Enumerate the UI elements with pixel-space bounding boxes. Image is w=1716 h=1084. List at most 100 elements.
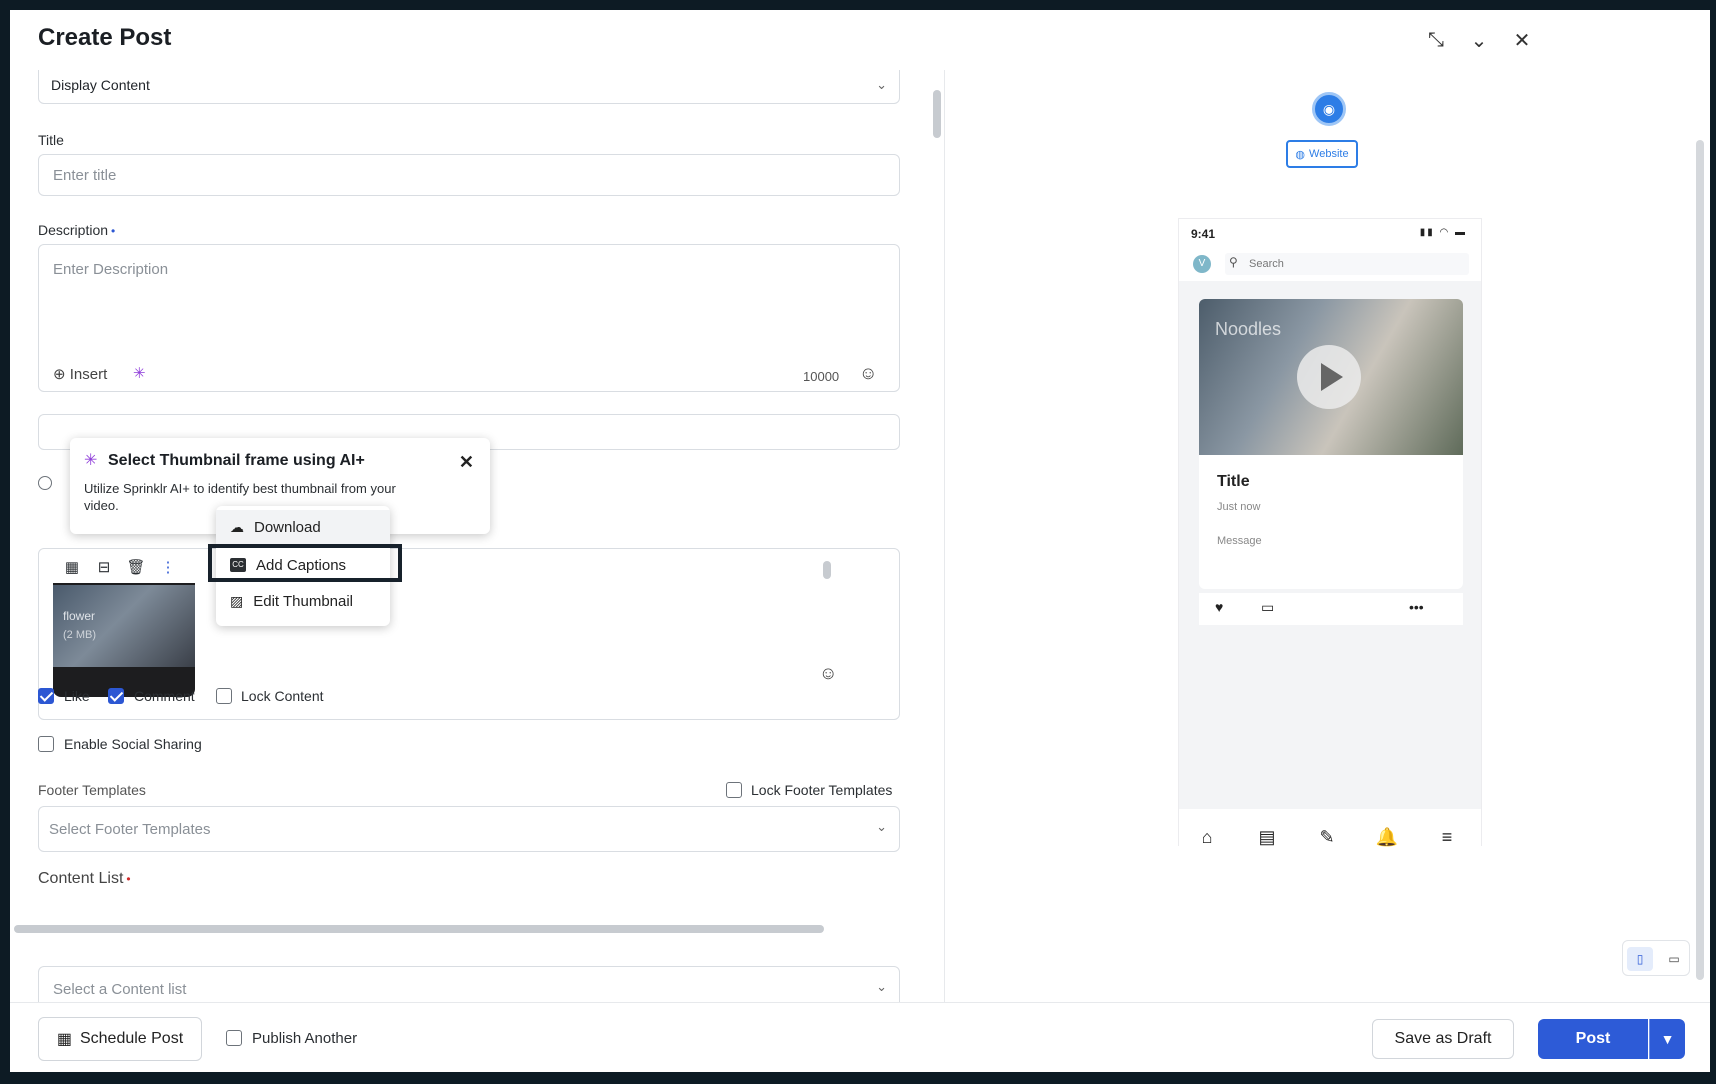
footer-templates-placeholder: Select Footer Templates	[49, 821, 211, 838]
thumbnail-image	[53, 585, 195, 667]
file-size: (2 MB)	[63, 629, 96, 641]
card-message: Message	[1217, 535, 1262, 547]
title-input[interactable]: Enter title	[38, 154, 900, 196]
card-title: Title	[1217, 473, 1250, 490]
chevron-down-icon: ⌄	[876, 819, 887, 834]
footer-templates-select[interactable]: Select Footer Templates ⌄	[38, 806, 900, 852]
menu-icon: ≡	[1441, 827, 1453, 847]
close-icon[interactable]: ✕	[1508, 26, 1536, 54]
collapse-arrows-icon[interactable]: ⤡	[1422, 26, 1450, 54]
lock-content-label: Lock Content	[241, 688, 324, 704]
broadcast-icon: ◉	[1312, 92, 1346, 126]
phone-search-placeholder: Search	[1249, 258, 1284, 270]
edit-image-icon: ▨	[230, 592, 244, 609]
card-time: Just now	[1217, 501, 1261, 513]
phone-status-bar: 9:41 ▮▮ ◠ ▬	[1179, 219, 1481, 245]
post-button[interactable]: Post	[1538, 1019, 1648, 1059]
post-form: Display Content ⌄ Title Enter title Desc…	[10, 70, 945, 1002]
mobile-icon[interactable]: ▯	[1627, 947, 1653, 971]
emoji-icon[interactable]: ☺	[819, 663, 837, 684]
window-header: Create Post ⤡ ⌄ ✕	[10, 10, 1710, 70]
chevron-down-icon: ⌄	[876, 979, 887, 994]
close-icon[interactable]: ✕	[459, 452, 474, 473]
footer-templates-label: Footer Templates	[38, 782, 146, 798]
chat-icon: ▤	[1258, 827, 1276, 847]
emoji-icon[interactable]: ☺	[859, 363, 877, 384]
menu-item-download[interactable]: ☁ Download	[216, 510, 390, 544]
publish-another-checkbox[interactable]	[226, 1030, 242, 1046]
home-icon: ⌂	[1201, 827, 1213, 847]
preview-scrollbar[interactable]	[1696, 140, 1704, 980]
focus-highlight	[208, 544, 402, 582]
video-thumbnail[interactable]: flower (2 MB)	[53, 565, 195, 697]
device-toggle: ▯ ▭	[1622, 940, 1690, 976]
social-sharing-checkbox[interactable]	[38, 736, 54, 752]
comment-checkbox[interactable]	[108, 688, 124, 704]
popover-title: Select Thumbnail frame using AI+	[108, 452, 365, 469]
cloud-download-icon: ☁	[230, 518, 244, 535]
media-scrollbar[interactable]	[823, 561, 831, 579]
like-label: Like	[64, 688, 90, 704]
chevron-down-icon: ⌄	[876, 77, 887, 92]
lock-footer-checkbox[interactable]	[726, 782, 742, 798]
status-time: 9:41	[1191, 227, 1216, 241]
compose-icon: ✎	[1319, 827, 1335, 847]
calendar-icon: ▦	[56, 1031, 72, 1048]
post-dropdown-button[interactable]: ▼	[1649, 1019, 1685, 1059]
description-label: Description •	[38, 222, 116, 238]
menu-item-edit-thumbnail[interactable]: ▨ Edit Thumbnail	[216, 584, 390, 618]
description-textarea[interactable]: Enter Description ⊕ Insert ✳ 10000 ☺	[38, 244, 900, 392]
form-vertical-scrollbar[interactable]	[933, 90, 941, 138]
trash-icon[interactable]: 🗑	[125, 558, 147, 576]
globe-icon: ◍	[1295, 148, 1306, 161]
comment-label: Comment	[134, 688, 195, 704]
phone-preview: 9:41 ▮▮ ◠ ▬ V ⚲ Search Noodles Title Jus…	[1178, 218, 1482, 865]
content-list-select[interactable]: Select a Content list ⌄	[38, 966, 900, 1002]
like-checkbox[interactable]	[38, 688, 54, 704]
content-type-value: Display Content	[51, 77, 150, 93]
play-icon	[1297, 345, 1361, 409]
film-icon[interactable]: ▦	[61, 558, 83, 576]
lock-content-checkbox[interactable]	[216, 688, 232, 704]
phone-bottom-nav: ⌂ ▤ ✎ 🔔 ≡	[1179, 809, 1481, 865]
content-list-placeholder: Select a Content list	[53, 981, 187, 998]
more-options-icon[interactable]: ⋮	[157, 558, 179, 576]
file-name: flower	[63, 609, 96, 623]
media-type-radio[interactable]	[38, 476, 52, 490]
form-horizontal-scrollbar[interactable]	[14, 925, 824, 933]
thumbnail-toolbar: ▦ ⊟ 🗑 ⋮	[53, 551, 195, 583]
title-label: Title	[38, 132, 64, 148]
comment-icon: ▭	[1261, 599, 1275, 615]
post-footer: ▦ Schedule Post Publish Another Save as …	[10, 1002, 1710, 1072]
card-actions: ♥ ▭ •••	[1199, 593, 1463, 625]
heart-icon: ♥	[1215, 599, 1224, 615]
phone-search-field: ⚲ Search	[1225, 253, 1469, 275]
card-video-image: Noodles	[1199, 299, 1463, 455]
bell-icon: 🔔	[1375, 827, 1399, 847]
card-overlay-text: Noodles	[1215, 319, 1282, 339]
avatar: V	[1193, 255, 1211, 273]
lock-footer-label: Lock Footer Templates	[751, 782, 893, 798]
description-placeholder: Enter Description	[53, 261, 169, 278]
chevron-down-icon[interactable]: ⌄	[1465, 26, 1493, 54]
insert-button[interactable]: ⊕ Insert	[53, 365, 107, 383]
ai-sparkle-icon: ✳	[84, 452, 98, 469]
title-placeholder: Enter title	[53, 167, 117, 184]
inbox-icon[interactable]: ⊟	[93, 558, 115, 576]
phone-search-row: V ⚲ Search	[1179, 245, 1481, 281]
save-as-draft-button[interactable]: Save as Draft	[1372, 1019, 1514, 1059]
char-count: 10000	[803, 369, 840, 384]
content-type-select[interactable]: Display Content ⌄	[38, 70, 900, 104]
page-title: Create Post	[38, 24, 172, 51]
status-icons: ▮▮ ◠ ▬	[1419, 227, 1467, 238]
schedule-post-button[interactable]: ▦ Schedule Post	[38, 1017, 202, 1061]
post-preview-card: Noodles Title Just now Message	[1199, 299, 1463, 589]
ai-sparkle-icon[interactable]: ✳	[133, 364, 146, 382]
search-icon: ⚲	[1229, 255, 1238, 269]
preview-pane: ◉ ◍ Website 9:41 ▮▮ ◠ ▬ V ⚲ Search Noodl…	[946, 70, 1710, 1002]
desktop-icon[interactable]: ▭	[1661, 947, 1687, 971]
more-horizontal-icon: •••	[1409, 599, 1424, 615]
content-list-label: Content List •	[38, 870, 131, 887]
channel-chip[interactable]: ◍ Website	[1286, 140, 1358, 168]
social-sharing-label: Enable Social Sharing	[64, 736, 202, 752]
